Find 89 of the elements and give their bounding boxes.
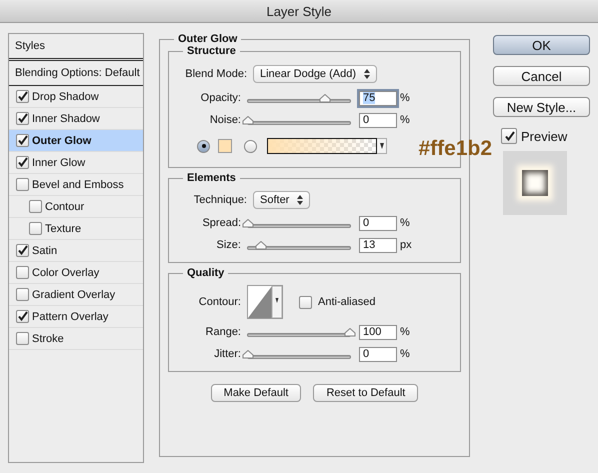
anti-aliased-label: Anti-aliased <box>318 296 376 308</box>
value-field[interactable]: 0 <box>359 112 397 128</box>
action-button[interactable]: New Style... <box>493 97 590 117</box>
effect-item[interactable]: Bevel and Emboss <box>9 174 143 196</box>
unit-label: % <box>399 348 410 360</box>
slider-label: Size: <box>216 239 242 251</box>
checkbox[interactable] <box>16 178 29 191</box>
slider-label: Noise: <box>208 114 242 126</box>
slider-label: Opacity: <box>200 92 242 104</box>
effect-item[interactable]: Color Overlay <box>9 262 143 284</box>
effect-item[interactable]: Satin <box>9 240 143 262</box>
unit-label: % <box>399 92 410 104</box>
group-title: Structure <box>186 45 237 57</box>
value-field[interactable]: 0 <box>359 216 397 230</box>
slider-thumb[interactable] <box>318 94 330 102</box>
effect-label: Outer Glow <box>32 134 92 146</box>
unit-label: px <box>399 239 412 251</box>
effect-label: Texture <box>45 222 82 234</box>
checkbox[interactable] <box>29 200 42 213</box>
unit-label: % <box>399 326 410 338</box>
effect-label: Inner Shadow <box>32 112 100 124</box>
effect-item[interactable]: Outer Glow <box>9 130 143 152</box>
blend-mode-label: Blend Mode: <box>184 68 248 80</box>
slider-label: Spread: <box>201 217 242 229</box>
color-annotation: #ffe1b2 <box>418 137 492 161</box>
effect-label: Satin <box>32 244 58 256</box>
effect-label: Pattern Overlay <box>32 310 108 322</box>
checkbox[interactable] <box>299 296 312 308</box>
checkbox[interactable] <box>16 266 29 279</box>
effect-label: Drop Shadow <box>32 90 99 102</box>
window-title: Layer Style <box>266 4 332 18</box>
styles-header: Styles <box>15 40 45 52</box>
effect-item[interactable]: Texture <box>9 218 143 240</box>
preview-label: Preview <box>521 128 568 144</box>
preview-thumbnail <box>503 151 567 215</box>
checkbox[interactable] <box>16 310 29 323</box>
checkbox[interactable] <box>16 134 29 147</box>
radio-button[interactable] <box>197 140 210 152</box>
dialog-button[interactable]: Reset to Default <box>313 384 418 402</box>
action-button[interactable]: OK <box>493 35 590 55</box>
effect-item[interactable]: Drop Shadow <box>9 86 143 108</box>
dialog-button[interactable]: Make Default <box>210 384 302 402</box>
checkbox[interactable] <box>16 156 29 169</box>
action-button[interactable]: Cancel <box>493 66 590 86</box>
color-swatch[interactable] <box>218 139 232 153</box>
value-field[interactable]: 75 <box>359 90 397 106</box>
technique-select[interactable]: Softer <box>253 191 310 209</box>
effect-item[interactable]: Inner Glow <box>9 152 143 174</box>
slider-thumb[interactable] <box>242 116 254 124</box>
gradient-picker[interactable] <box>267 138 377 154</box>
effect-item[interactable]: Contour <box>9 196 143 218</box>
slider-thumb[interactable] <box>242 218 254 228</box>
radio-button[interactable] <box>244 140 257 152</box>
slider-thumb[interactable] <box>255 240 268 250</box>
effect-item[interactable]: Pattern Overlay <box>9 306 143 328</box>
technique-label: Technique: <box>192 194 248 206</box>
slider-label: Range: <box>204 326 242 338</box>
checkbox[interactable] <box>16 332 29 345</box>
contour-picker[interactable] <box>247 285 283 319</box>
unit-label: % <box>399 114 410 126</box>
blending-options-item[interactable]: Blending Options: Default <box>15 67 140 79</box>
stepper-icon <box>297 195 304 205</box>
checkbox[interactable] <box>16 112 29 125</box>
group-title: Outer Glow <box>177 33 238 45</box>
group-title: Elements <box>186 172 237 184</box>
value-field[interactable]: 13 <box>359 238 397 252</box>
slider-thumb[interactable] <box>242 350 254 358</box>
effect-label: Stroke <box>32 332 64 344</box>
checkbox[interactable] <box>29 222 42 235</box>
checkbox[interactable] <box>501 128 517 144</box>
blend-mode-select[interactable]: Linear Dodge (Add) <box>253 65 378 83</box>
unit-label: % <box>399 217 410 229</box>
stepper-icon <box>364 69 370 79</box>
value-field[interactable]: 0 <box>359 346 397 362</box>
checkbox[interactable] <box>16 90 29 103</box>
effect-label: Contour <box>45 200 84 212</box>
contour-label: Contour: <box>198 296 242 308</box>
group-title: Quality <box>186 267 226 279</box>
value-field[interactable]: 100 <box>359 324 397 340</box>
slider-label: Jitter: <box>213 348 242 360</box>
effect-label: Bevel and Emboss <box>32 178 124 190</box>
effect-item[interactable]: Gradient Overlay <box>9 284 143 306</box>
effect-item[interactable]: Stroke <box>9 328 143 350</box>
slider-thumb[interactable] <box>344 328 356 336</box>
checkbox[interactable] <box>16 244 29 257</box>
effect-label: Gradient Overlay <box>32 288 116 300</box>
effect-label: Inner Glow <box>32 156 86 168</box>
effect-label: Color Overlay <box>32 266 100 278</box>
checkbox[interactable] <box>16 288 29 301</box>
